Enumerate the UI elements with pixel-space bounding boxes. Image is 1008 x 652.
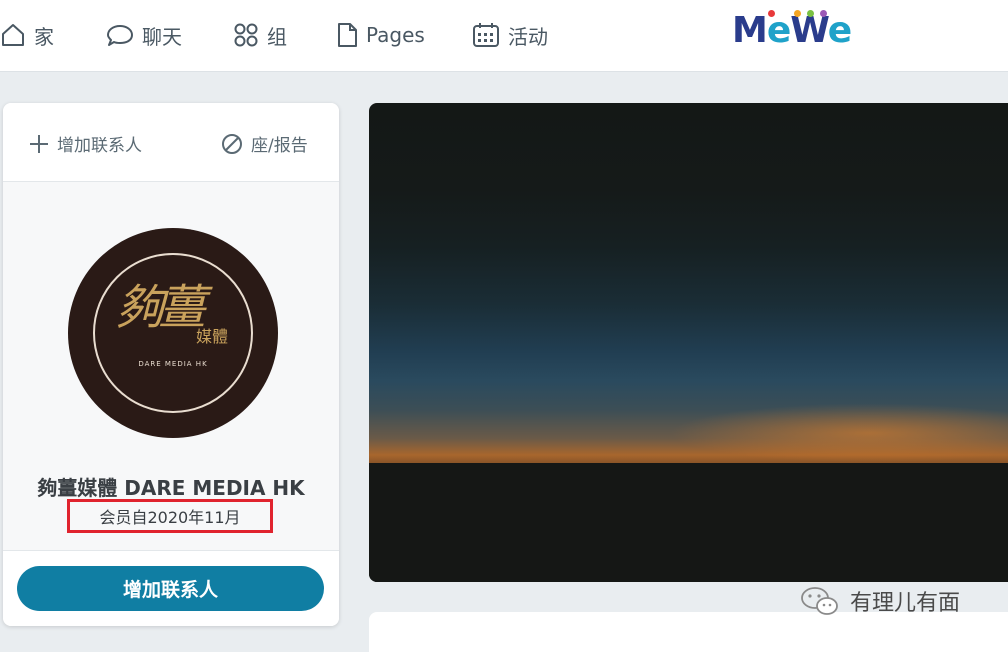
cover-horizon [369, 463, 1008, 582]
home-icon [2, 24, 24, 46]
watermark: 有理儿有面 [800, 585, 960, 617]
nav-item-chat[interactable]: 聊天 [106, 20, 182, 50]
avatar-logo-en: DARE MEDIA HK [138, 360, 208, 368]
logo-dots [732, 8, 842, 18]
chat-bubble-icon [107, 25, 133, 46]
avatar[interactable]: 夠薑 媒體 DARE MEDIA HK [68, 228, 278, 438]
profile-name: 夠薑媒體 DARE MEDIA HK [37, 476, 305, 500]
add-contact-link[interactable]: 增加联系人 [29, 131, 142, 156]
profile-actions-bar: 增加联系人 座/报告 [3, 103, 339, 182]
nav-item-events[interactable]: 活动 [472, 20, 548, 50]
nav-item-groups[interactable]: 组 [233, 20, 287, 50]
avatar-logo-sub: 媒體 [196, 327, 229, 346]
calendar-icon [473, 23, 499, 47]
nav-label-groups: 组 [267, 24, 287, 49]
block-icon [222, 133, 242, 154]
logo-dot [807, 10, 814, 17]
logo-dot [768, 10, 775, 17]
nav-label-chat: 聊天 [142, 24, 182, 49]
plus-icon [30, 134, 48, 153]
cover-photo [369, 103, 1008, 582]
groups-icon [234, 23, 258, 47]
add-contact-link-label: 增加联系人 [57, 136, 142, 156]
cover-sunset-glow [669, 403, 1008, 463]
member-since-text: 会员自2020年11月 [99, 508, 241, 527]
block-report-link[interactable]: 座/报告 [221, 131, 308, 156]
logo-dot [820, 10, 827, 17]
member-since-badge: 会员自2020年11月 [67, 499, 273, 533]
nav-label-pages: Pages [366, 23, 425, 47]
profile-card-footer: 增加联系人 [3, 550, 339, 626]
wechat-icon [801, 587, 838, 615]
block-report-link-label: 座/报告 [251, 136, 308, 156]
logo-dot [794, 10, 801, 17]
nav-label-home: 家 [34, 24, 54, 49]
page-icon [338, 23, 357, 47]
mewe-logo[interactable]: MeWe [732, 8, 852, 56]
add-contact-button[interactable]: 增加联系人 [17, 566, 324, 611]
profile-card: 增加联系人 座/报告 夠薑 媒體 DARE MEDIA HK 夠薑媒體 DARE… [3, 103, 339, 626]
top-nav-bar: 家 聊天 组 Pages 活动 MeWe [0, 0, 1008, 72]
nav-item-pages[interactable]: Pages [336, 20, 425, 50]
nav-label-events: 活动 [508, 24, 548, 49]
nav-item-home[interactable]: 家 [0, 20, 54, 50]
watermark-text: 有理儿有面 [850, 591, 961, 616]
feed-card [369, 612, 1008, 652]
